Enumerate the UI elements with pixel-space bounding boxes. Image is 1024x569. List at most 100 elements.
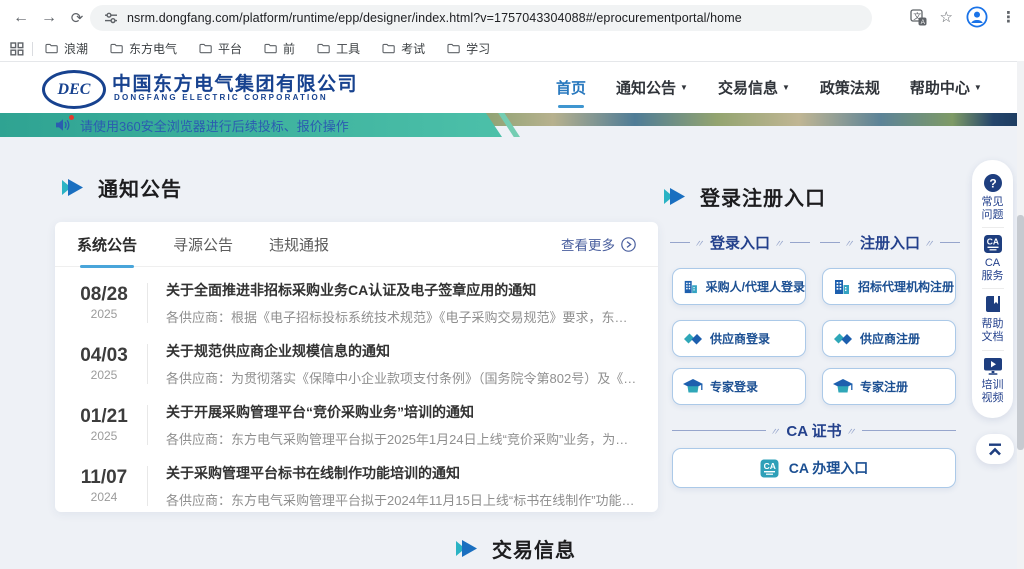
notice-title[interactable]: 关于全面推进非招标采购业务CA认证及电子签章应用的通知 [166, 280, 638, 300]
dec-logo[interactable]: DEC [42, 70, 106, 109]
forward-button[interactable]: → [38, 7, 60, 29]
chevron-circle-icon [621, 237, 636, 252]
speaker-icon [56, 118, 72, 132]
notice-date: 01/21 [73, 406, 135, 428]
nav-trade-info[interactable]: 交易信息 ▼ [718, 77, 790, 98]
ca-service-button[interactable]: CA CA服务 [980, 234, 1006, 283]
help-doc-icon [983, 295, 1003, 315]
nav-help-center[interactable]: 帮助中心 ▼ [910, 77, 982, 98]
expert-register-button[interactable]: 专家注册 [822, 368, 956, 405]
notice-row[interactable]: 11/07 2024 关于采购管理平台标书在线制作功能培训的通知 各供应商：东方… [73, 455, 638, 516]
floating-toolbar: ? 常见问题 CA CA服务 帮助文档 [972, 160, 1013, 418]
notice-summary: 各供应商：为贯彻落实《保障中小企业款项支付条例》（国务院令第802号）及《中小企… [166, 368, 638, 387]
ca-group-header: 〃 CA 证书 〃 [672, 420, 956, 441]
folder-icon [264, 43, 277, 54]
notice-summary: 各供应商：根据《电子招标投标系统技术规范》《电子采购交易规范》要求，东方电气采购… [166, 307, 638, 326]
folder-icon [45, 43, 58, 54]
login-section-title: 登录注册入口 [664, 182, 826, 211]
svg-text:CA: CA [763, 461, 775, 471]
company-name-en: DONGFANG ELECTRIC CORPORATION [114, 93, 328, 102]
notice-summary: 各供应商：东方电气采购管理平台拟于2024年11月15日上线“标书在线制作”功能… [166, 490, 638, 509]
divider [147, 466, 148, 506]
bookmark-star-icon[interactable]: ☆ [940, 10, 953, 25]
scrollbar-thumb[interactable] [1017, 215, 1024, 450]
notification-dot [69, 115, 74, 120]
tab-sourcing-notices[interactable]: 寻源公告 [173, 234, 233, 255]
folder-icon [110, 43, 123, 54]
register-group-header: 〃 注册入口 〃 [820, 232, 960, 253]
graduation-cap-icon [683, 379, 703, 395]
ca-apply-button[interactable]: CA CA 办理入口 [672, 448, 956, 488]
notice-row[interactable]: 08/28 2025 关于全面推进非招标采购业务CA认证及电子签章应用的通知 各… [73, 272, 638, 333]
expert-login-button[interactable]: 专家登录 [672, 368, 806, 405]
reload-button[interactable]: ⟳ [66, 7, 88, 29]
supplier-register-button[interactable]: 供应商注册 [822, 320, 956, 357]
address-bar[interactable]: nsrm.dongfang.com/platform/runtime/epp/d… [90, 5, 872, 31]
tune-icon[interactable] [104, 11, 118, 25]
menu-dots-icon[interactable]: ⋮ [1001, 10, 1016, 25]
notice-year: 2025 [73, 368, 135, 382]
nav-notices[interactable]: 通知公告 ▼ [616, 77, 688, 98]
folder-icon [382, 43, 395, 54]
buyer-agent-login-button[interactable]: 采购人/代理人登录 [672, 268, 806, 305]
apps-grid-icon[interactable] [10, 42, 24, 56]
double-arrow-icon [62, 179, 84, 196]
company-name-cn: 中国东方电气集团有限公司 [112, 69, 358, 96]
double-arrow-icon [456, 540, 478, 557]
url-text[interactable]: nsrm.dongfang.com/platform/runtime/epp/d… [127, 11, 742, 25]
notice-title[interactable]: 关于开展采购管理平台“竞价采购业务”培训的通知 [166, 402, 638, 422]
divider [982, 350, 1004, 351]
handshake-icon [833, 331, 853, 346]
bookmark-folder[interactable]: 平台 [199, 40, 242, 57]
svg-text:A: A [920, 19, 925, 26]
view-more-link[interactable]: 查看更多 [561, 234, 636, 254]
divider [147, 344, 148, 384]
bookmark-folder[interactable]: 工具 [317, 40, 360, 57]
notice-list: 08/28 2025 关于全面推进非招标采购业务CA认证及电子签章应用的通知 各… [55, 267, 658, 516]
bidding-agency-register-button[interactable]: 招标代理机构注册 [822, 268, 956, 305]
profile-avatar[interactable] [966, 6, 988, 28]
divider [147, 405, 148, 445]
help-docs-button[interactable]: 帮助文档 [980, 295, 1006, 344]
back-to-top-button[interactable] [976, 434, 1014, 464]
svg-text:?: ? [989, 176, 996, 190]
browser-window: ← → ⟳ nsrm.dongfang.com/platform/runtime… [0, 0, 1024, 569]
faq-button[interactable]: ? 常见问题 [980, 173, 1006, 222]
nav-policies[interactable]: 政策法规 [820, 77, 880, 98]
translate-icon[interactable]: 文 A [910, 9, 927, 26]
supplier-login-button[interactable]: 供应商登录 [672, 320, 806, 357]
bookmark-folder[interactable]: 考试 [382, 40, 425, 57]
notice-date: 08/28 [73, 284, 135, 306]
graduation-cap-icon [833, 379, 853, 395]
nav-home[interactable]: 首页 [556, 77, 586, 98]
notice-date: 04/03 [73, 345, 135, 367]
notice-row[interactable]: 01/21 2025 关于开展采购管理平台“竞价采购业务”培训的通知 各供应商：… [73, 394, 638, 455]
tab-violation-reports[interactable]: 违规通报 [269, 234, 329, 255]
browser-toolbar: ← → ⟳ nsrm.dongfang.com/platform/runtime… [0, 0, 1024, 36]
divider [147, 283, 148, 323]
tab-system-notices[interactable]: 系统公告 [77, 234, 137, 255]
notice-ribbon: 请使用360安全浏览器进行后续投标、报价操作 [0, 113, 502, 137]
notice-year: 2024 [73, 490, 135, 504]
folder-icon [199, 43, 212, 54]
question-icon: ? [983, 173, 1003, 193]
notice-row[interactable]: 04/03 2025 关于规范供应商企业规模信息的通知 各供应商：为贯彻落实《保… [73, 333, 638, 394]
bookmark-folder[interactable]: 前 [264, 40, 295, 57]
ticker-text: 请使用360安全浏览器进行后续投标、报价操作 [80, 116, 349, 135]
bookmark-folder[interactable]: 东方电气 [110, 40, 177, 57]
trade-section-title: 交易信息 [456, 534, 576, 563]
bookmark-folder[interactable]: 浪潮 [45, 40, 88, 57]
login-group-header: 〃 登录入口 〃 [670, 232, 810, 253]
notice-title[interactable]: 关于规范供应商企业规模信息的通知 [166, 341, 638, 361]
building-icon [833, 278, 851, 296]
training-videos-button[interactable]: 培训视频 [980, 356, 1006, 405]
back-to-top-icon [986, 442, 1004, 457]
chevron-down-icon: ▼ [974, 83, 982, 92]
notices-card: 系统公告 寻源公告 违规通报 查看更多 08/28 2025 关于全面推进非招标… [55, 222, 658, 512]
notice-title[interactable]: 关于采购管理平台标书在线制作功能培训的通知 [166, 463, 638, 483]
bookmark-folder[interactable]: 学习 [447, 40, 490, 57]
divider [982, 288, 1004, 289]
back-button[interactable]: ← [10, 7, 32, 29]
notice-tabs: 系统公告 寻源公告 违规通报 查看更多 [55, 222, 658, 267]
notice-date: 11/07 [73, 467, 135, 489]
